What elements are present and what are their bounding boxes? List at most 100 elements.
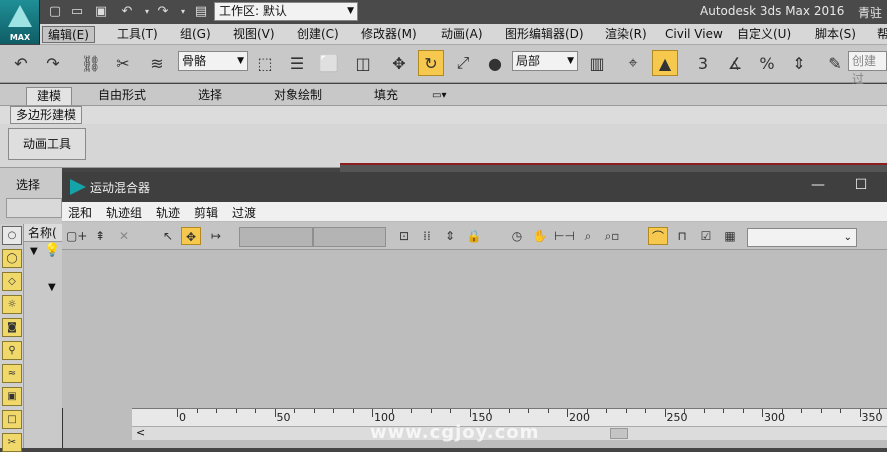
- mixer-menu-transitions[interactable]: 过渡: [232, 204, 256, 221]
- scale-clip-icon[interactable]: ⇕: [440, 227, 460, 245]
- percent-snap-icon[interactable]: %: [754, 50, 780, 76]
- display-lights-icon[interactable]: ☼: [2, 295, 22, 314]
- menu-tools[interactable]: 工具(T): [112, 26, 163, 43]
- mixer-menu-trackgroups[interactable]: 轨迹组: [106, 204, 142, 221]
- display-helpers-icon[interactable]: ⚲: [2, 341, 22, 360]
- zoom-extents-icon[interactable]: ⊢⊣: [554, 227, 575, 245]
- mixer-menu-tracks[interactable]: 轨迹: [156, 204, 180, 221]
- start-frame-field[interactable]: [239, 227, 313, 247]
- time-clock-icon[interactable]: ◷: [507, 227, 527, 245]
- save-icon[interactable]: ▣: [92, 3, 110, 20]
- display-groups-icon[interactable]: ▣: [2, 387, 22, 406]
- scrollbar-thumb[interactable]: [610, 428, 628, 439]
- select-arrow-icon[interactable]: ↖: [158, 227, 178, 245]
- undo-icon[interactable]: ↶: [118, 3, 136, 20]
- scale-icon[interactable]: ⤢: [450, 50, 476, 76]
- scene-filter-input[interactable]: [6, 198, 62, 218]
- polygon-modeling-tab[interactable]: 多边形建模: [10, 106, 83, 124]
- select-label[interactable]: 选择: [16, 176, 40, 193]
- slide-clips-icon[interactable]: ↦: [206, 227, 226, 245]
- project-folder-icon[interactable]: ▤: [192, 3, 210, 20]
- undo-icon[interactable]: ↶: [8, 50, 34, 76]
- menu-modifiers[interactable]: 修改器(M): [356, 26, 422, 43]
- tab-selection[interactable]: 选择: [188, 87, 232, 105]
- mixer-menu-clips[interactable]: 剪辑: [194, 204, 218, 221]
- tab-object-paint[interactable]: 对象绘制: [264, 87, 332, 105]
- rotate-icon[interactable]: ↻: [418, 50, 444, 76]
- zoom-icon[interactable]: ⌕: [578, 227, 598, 245]
- tree-expand-icon[interactable]: ▼: [30, 246, 38, 257]
- move-clips-icon[interactable]: ✥: [181, 227, 201, 245]
- snaps-toggle-icon[interactable]: 3: [690, 50, 716, 76]
- mixer-filter-dropdown[interactable]: ⌄: [747, 228, 857, 247]
- edit-named-selection-icon[interactable]: ✎: [822, 50, 848, 76]
- mixer-menu-mix[interactable]: 混和: [68, 204, 92, 221]
- checkbox-toggle-icon[interactable]: ☑: [696, 227, 716, 245]
- display-geometry-icon[interactable]: ◯: [2, 249, 22, 268]
- animation-tools-button[interactable]: 动画工具: [8, 128, 86, 160]
- place-object-icon[interactable]: ●: [482, 50, 508, 76]
- ribbon-options-icon[interactable]: ▭▾: [422, 87, 456, 105]
- lock-icon[interactable]: 🔒: [464, 227, 484, 245]
- select-object-icon[interactable]: ⬚: [252, 50, 278, 76]
- pan-hand-icon[interactable]: ✋: [530, 227, 550, 245]
- new-file-icon[interactable]: ▢: [46, 3, 64, 20]
- light-bulb-icon[interactable]: 💡: [44, 243, 60, 258]
- menu-edit[interactable]: 编辑(E): [42, 26, 95, 43]
- snap-clips-icon[interactable]: ⊓: [672, 227, 692, 245]
- display-none-icon[interactable]: ○: [2, 226, 22, 245]
- menu-civil-view[interactable]: Civil View: [660, 26, 728, 43]
- menu-scripting[interactable]: 脚本(S): [810, 26, 861, 43]
- menu-graph-editors[interactable]: 图形编辑器(D): [500, 26, 589, 43]
- motion-mixer-canvas[interactable]: [62, 250, 887, 408]
- pivot-center-icon[interactable]: ▥: [584, 50, 610, 76]
- link-icon[interactable]: ⛓: [78, 50, 104, 76]
- selection-filter-dropdown[interactable]: 骨骼 ▼: [178, 51, 248, 71]
- end-frame-field[interactable]: [313, 227, 386, 247]
- spinner-snap-icon[interactable]: ⇕: [786, 50, 812, 76]
- trim-clip-icon[interactable]: ⊡: [394, 227, 414, 245]
- named-selection-input[interactable]: 创建过: [848, 51, 887, 86]
- keyboard-shortcut-override-icon[interactable]: ▲: [652, 50, 678, 76]
- delete-icon[interactable]: ✕: [114, 227, 134, 245]
- menu-animation[interactable]: 动画(A): [436, 26, 488, 43]
- user-name[interactable]: 青驻: [858, 4, 882, 21]
- menu-views[interactable]: 视图(V): [228, 26, 280, 43]
- snap-to-frames-icon[interactable]: ⌒: [648, 227, 668, 245]
- reference-coordinate-dropdown[interactable]: 局部 ▼: [512, 51, 578, 71]
- calendar-icon[interactable]: ▦: [720, 227, 740, 245]
- zoom-region-icon[interactable]: ⌕▫: [602, 227, 622, 245]
- window-crossing-icon[interactable]: ◫: [350, 50, 376, 76]
- bind-space-warp-icon[interactable]: ≋: [144, 50, 170, 76]
- redo-icon[interactable]: ↷: [40, 50, 66, 76]
- tree-expand-icon[interactable]: ▼: [48, 282, 56, 293]
- workspace-dropdown[interactable]: 工作区: 默认 ▼: [214, 2, 358, 21]
- select-by-name-icon[interactable]: ☰: [284, 50, 310, 76]
- name-column-header[interactable]: 名称(: [24, 224, 62, 242]
- menu-group[interactable]: 组(G): [175, 26, 216, 43]
- app-menu-button[interactable]: MAX: [0, 0, 40, 44]
- redo-icon[interactable]: ↷: [154, 3, 172, 20]
- align-clips-icon[interactable]: ⁞⁞: [417, 227, 437, 245]
- menu-help[interactable]: 帮: [872, 26, 887, 43]
- display-spacewarps-icon[interactable]: ≈: [2, 364, 22, 383]
- menu-create[interactable]: 创建(C): [292, 26, 344, 43]
- tab-modeling[interactable]: 建模: [26, 87, 73, 105]
- tab-freeform[interactable]: 自由形式: [88, 87, 156, 105]
- display-xrefs-icon[interactable]: □: [2, 410, 22, 429]
- scroll-left-icon[interactable]: <: [136, 426, 145, 439]
- move-icon[interactable]: ✥: [386, 50, 412, 76]
- rectangular-selection-icon[interactable]: ⬜: [316, 50, 342, 76]
- display-bones-icon[interactable]: ✂: [2, 433, 22, 452]
- add-layer-icon[interactable]: ⇞: [90, 227, 110, 245]
- add-track-icon[interactable]: ▢+: [66, 227, 87, 245]
- menu-rendering[interactable]: 渲染(R): [600, 26, 652, 43]
- minimize-icon[interactable]: —: [810, 177, 826, 193]
- maximize-icon[interactable]: ☐: [853, 177, 869, 193]
- tab-populate[interactable]: 填充: [364, 87, 408, 105]
- open-file-icon[interactable]: ▭: [68, 3, 86, 20]
- redo-dropdown-icon[interactable]: ▾: [174, 3, 192, 20]
- angle-snap-icon[interactable]: ∡: [722, 50, 748, 76]
- unlink-icon[interactable]: ✂: [110, 50, 136, 76]
- display-shapes-icon[interactable]: ◇: [2, 272, 22, 291]
